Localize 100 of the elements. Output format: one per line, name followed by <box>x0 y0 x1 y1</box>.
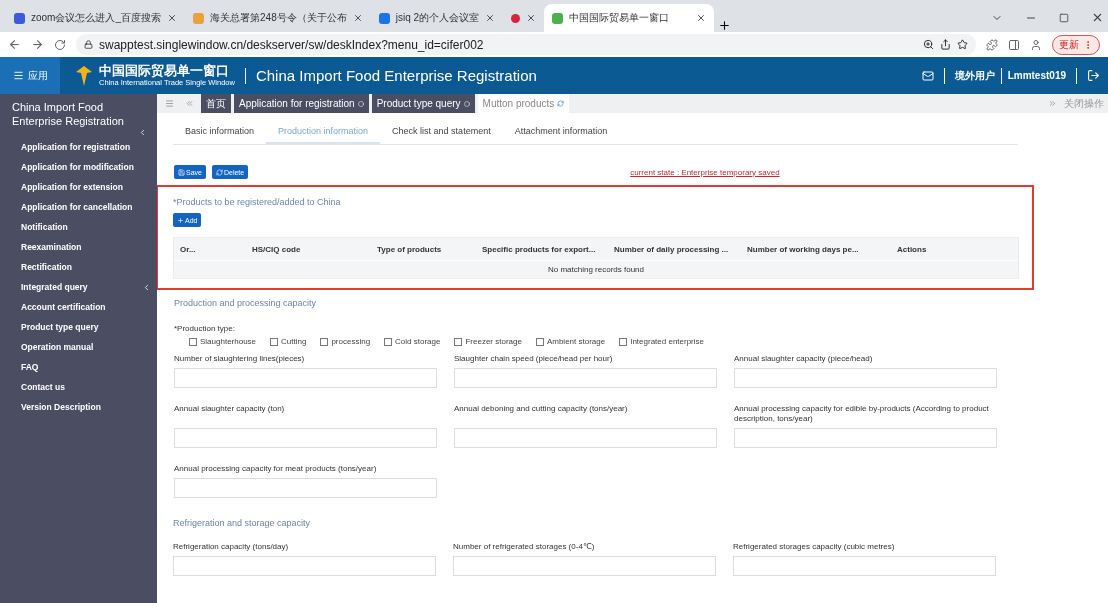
field-label: Refrigerated storages capacity (cubic metres) <box>733 542 896 552</box>
star-icon[interactable] <box>957 39 968 50</box>
back-icon[interactable] <box>8 38 21 51</box>
empty-message: No matching records found <box>174 260 1018 278</box>
checkbox-option[interactable]: Cold storage <box>384 337 441 346</box>
section-title: Production and processing capacity <box>174 298 318 308</box>
input-field[interactable] <box>733 556 996 576</box>
sidebar-title: China Import Food Enterprise Registration <box>11 100 125 128</box>
checkbox-option[interactable]: Integrated enterprise <box>619 337 704 346</box>
update-button[interactable]: 更新 <box>1052 34 1100 55</box>
form-tab[interactable]: Attachment information <box>502 121 620 144</box>
sidebar-item[interactable]: Reexamination <box>0 237 157 257</box>
close-icon[interactable] <box>526 13 537 23</box>
side-panel-icon[interactable] <box>1008 38 1020 51</box>
column-header: Number of daily processing ... <box>614 244 730 254</box>
save-icon <box>178 168 185 176</box>
checkbox[interactable] <box>270 337 279 346</box>
column-header: Type of products <box>377 244 443 254</box>
zoom-icon[interactable] <box>923 39 934 50</box>
sidebar-item[interactable]: Integrated query <box>0 277 157 297</box>
field-label: Slaughter chain speed (piece/head per hour) <box>454 354 614 364</box>
reload-icon[interactable] <box>54 38 66 51</box>
logout-icon[interactable] <box>1087 69 1100 82</box>
close-icon[interactable] <box>696 13 707 23</box>
page-tab[interactable]: Application for registration <box>234 94 369 113</box>
section-title: *Products to be registered/added to China <box>173 197 342 207</box>
checkbox-option[interactable]: processing <box>320 337 371 346</box>
plus-icon <box>177 216 184 224</box>
menu-icon <box>12 70 24 81</box>
sidebar-item[interactable]: FAQ <box>0 357 157 377</box>
checkbox[interactable] <box>320 337 329 346</box>
close-icon[interactable] <box>1091 11 1104 24</box>
share-icon[interactable] <box>940 39 951 50</box>
page-tab[interactable]: Product type query <box>371 94 475 113</box>
sidebar-item[interactable]: Version Description <box>0 397 157 417</box>
user-type: 境外用户 <box>954 68 995 83</box>
profile-icon[interactable] <box>1030 38 1042 51</box>
checkbox-option[interactable]: Ambient storage <box>535 337 606 346</box>
mail-icon[interactable] <box>921 69 934 82</box>
field-label: Refrigeration capacity (tons/day) <box>173 542 290 552</box>
sidebar-item[interactable]: Application for extension <box>0 177 157 197</box>
checkbox-option[interactable]: Cutting <box>270 337 307 346</box>
sidebar-item[interactable]: Rectification <box>0 257 157 277</box>
input-field[interactable] <box>453 556 716 576</box>
logo-title: 中国国际贸易单一窗口 <box>99 64 230 78</box>
sidebar-item[interactable]: Application for registration <box>0 137 157 157</box>
username[interactable]: Lmmtest019 <box>1007 70 1066 81</box>
column-header: Number of working days pe... <box>747 244 860 254</box>
sidebar-item[interactable]: Account certification <box>0 297 157 317</box>
close-icon[interactable] <box>167 13 177 23</box>
field-label: Annual deboning and cutting capacity (tons/year) <box>454 404 629 414</box>
column-header: Actions <box>897 244 928 254</box>
input-field[interactable] <box>174 478 437 498</box>
lock-icon <box>84 40 93 49</box>
status-link[interactable]: current state : Enterprise temporary saved <box>630 167 780 177</box>
sidebar-item[interactable]: Contact us <box>0 377 157 397</box>
field-label: Annual processing capacity for meat products (tons/year) <box>174 464 378 474</box>
input-field[interactable] <box>174 368 437 388</box>
new-tab-icon[interactable] <box>718 19 732 32</box>
input-field[interactable] <box>734 428 997 448</box>
sidebar-item[interactable]: Application for cancellation <box>0 197 157 217</box>
checkbox[interactable] <box>535 337 544 346</box>
field-label: Annual slaughter capacity (piece/head) <box>734 354 874 364</box>
maximize-icon[interactable] <box>1059 12 1069 23</box>
field-label: Annual slaughter capacity (ton) <box>174 404 286 414</box>
form-tab[interactable]: Check list and statement <box>380 121 503 144</box>
app-title: China Import Food Enterprise Registration <box>255 67 537 84</box>
input-field[interactable] <box>174 428 437 448</box>
checkbox[interactable] <box>454 337 463 346</box>
input-field[interactable] <box>454 428 717 448</box>
browser-tab[interactable]: 海关总署第248号令（关于公布 <box>185 4 371 32</box>
sidebar-item[interactable]: Operation manual <box>0 337 157 357</box>
browser-tab[interactable]: jsiq 2的个人会议室 <box>370 4 504 32</box>
address-field[interactable]: swapptest.singlewindow.cn/deskserver/sw/deskIndex?menu_id=cifer002 <box>76 34 976 55</box>
input-field[interactable] <box>173 556 436 576</box>
form-tab[interactable]: Basic information <box>173 121 267 144</box>
checkbox[interactable] <box>189 337 197 346</box>
column-header: Specific products for export... <box>482 244 597 254</box>
collapse-icon[interactable] <box>138 128 147 137</box>
input-field[interactable] <box>734 368 997 388</box>
page-tab[interactable]: 首页 <box>201 94 231 113</box>
site-icon <box>14 12 25 24</box>
checkbox[interactable] <box>384 337 393 346</box>
apps-button[interactable]: 应用 <box>0 57 60 94</box>
close-icon[interactable] <box>352 13 363 23</box>
browser-tab[interactable]: zoom会议怎么进入_百度搜索 <box>6 4 185 32</box>
field-label: *Production type: <box>174 324 236 333</box>
input-field[interactable] <box>454 368 717 388</box>
sidebar-item[interactable]: Application for modification <box>0 157 157 177</box>
close-icon[interactable] <box>485 13 496 23</box>
checkbox-option[interactable]: Slaughterhouse <box>189 337 257 346</box>
checkbox-option[interactable]: Freezer storage <box>454 337 522 346</box>
sidebar-item[interactable]: Product type query <box>0 317 157 337</box>
sidebar-item[interactable]: Notification <box>0 217 157 237</box>
column-header: Or... <box>180 244 197 254</box>
page-tab[interactable]: Mutton products <box>477 94 570 113</box>
forward-icon[interactable] <box>31 38 44 51</box>
checkbox[interactable] <box>619 337 628 346</box>
puzzle-icon[interactable] <box>986 38 998 51</box>
browser-tab[interactable]: 中国国际贸易单一窗口 <box>544 4 715 32</box>
